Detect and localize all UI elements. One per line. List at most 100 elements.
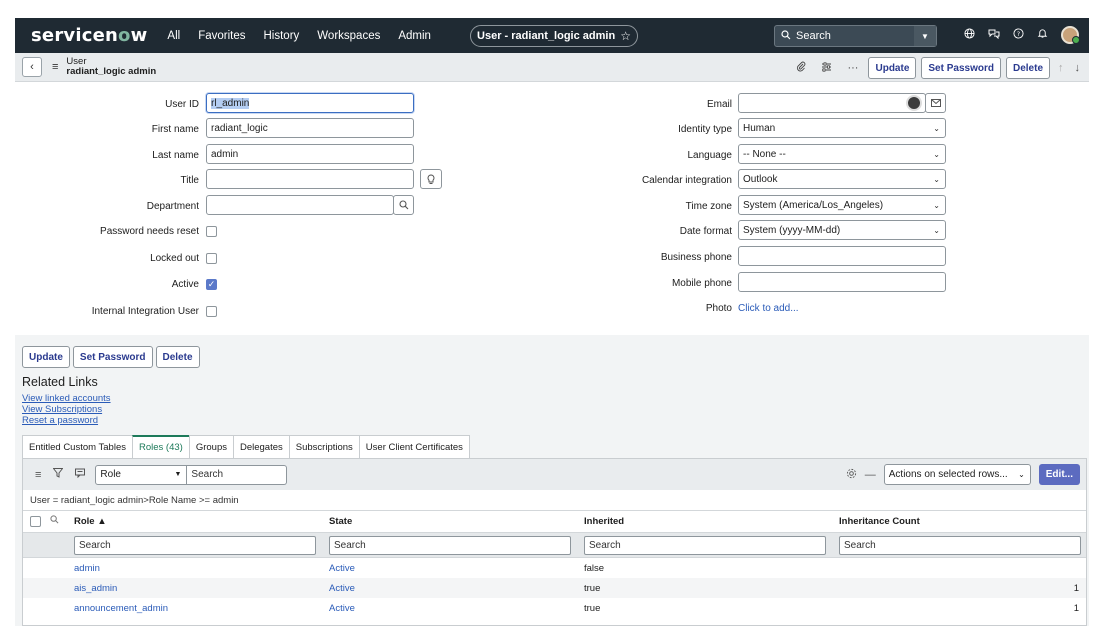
globe-icon[interactable] [964, 28, 975, 42]
search-icon [781, 29, 791, 43]
hamburger-menu-icon[interactable]: ≡ [52, 61, 58, 73]
envelope-icon [930, 99, 941, 107]
view-subscriptions-link[interactable]: View Subscriptions [22, 404, 111, 415]
related-list-tabs: Entitled Custom Tables Roles (43) Groups… [22, 435, 470, 458]
department-field[interactable] [206, 195, 394, 215]
active-checkbox[interactable]: ✓ [206, 279, 217, 290]
role-filter-input[interactable]: Search [74, 536, 316, 555]
email-field[interactable] [738, 93, 926, 113]
nav-link-favorites[interactable]: Favorites [198, 30, 245, 42]
language-select[interactable]: -- None -- ⌄ [738, 144, 946, 164]
state-link[interactable]: Active [329, 563, 355, 574]
update-button[interactable]: Update [868, 57, 917, 79]
tab-groups[interactable]: Groups [188, 435, 234, 458]
reset-password-link[interactable]: Reset a password [22, 415, 111, 426]
role-link[interactable]: ais_admin [74, 583, 117, 594]
view-linked-accounts-link[interactable]: View linked accounts [22, 393, 111, 404]
chevron-left-icon: ‹ [30, 61, 34, 73]
list-menu-icon[interactable]: ≡ [35, 469, 41, 481]
active-label: Active [171, 279, 199, 290]
lightbulb-suggestion-button[interactable] [420, 169, 442, 189]
internal-integration-user-label: Internal Integration User [91, 306, 199, 317]
user-id-field[interactable]: rl_admin [206, 93, 414, 113]
tab-user-client-certificates[interactable]: User Client Certificates [358, 435, 470, 458]
chevron-down-icon: ⌄ [933, 174, 940, 184]
tab-delegates[interactable]: Delegates [232, 435, 290, 458]
nav-link-history[interactable]: History [264, 30, 300, 42]
tab-entitled-custom-tables[interactable]: Entitled Custom Tables [22, 435, 133, 458]
svg-text:?: ? [1017, 30, 1020, 38]
more-options-icon[interactable]: ··· [847, 62, 858, 74]
time-zone-select[interactable]: System (America/Los_Angeles) ⌄ [738, 195, 946, 215]
select-all-checkbox[interactable] [30, 516, 41, 527]
state-link[interactable]: Active [329, 583, 355, 594]
help-icon[interactable]: ? [1013, 28, 1024, 42]
tab-roles[interactable]: Roles (43) [132, 435, 190, 458]
settings-sliders-icon[interactable] [821, 61, 832, 75]
title-field[interactable] [206, 169, 414, 189]
set-password-button[interactable]: Set Password [921, 57, 1001, 79]
business-phone-field[interactable] [738, 246, 946, 266]
bottom-delete-button[interactable]: Delete [155, 346, 200, 368]
record-title-pill[interactable]: User - radiant_logic admin ☆ [470, 25, 638, 47]
language-label: Language [687, 150, 733, 161]
identity-type-select[interactable]: Human ⌄ [738, 118, 946, 138]
nav-link-workspaces[interactable]: Workspaces [317, 30, 380, 42]
delete-button[interactable]: Delete [1005, 57, 1050, 79]
next-record-arrow-icon[interactable]: ↓ [1075, 62, 1081, 74]
role-link[interactable]: admin [74, 563, 100, 574]
calendar-integration-select[interactable]: Outlook ⌄ [738, 169, 946, 189]
collapse-icon[interactable]: — [865, 469, 876, 481]
chat-icon[interactable] [988, 28, 1000, 42]
list-toolbar-right: — Actions on selected rows... ⌄ Edit... [846, 464, 1080, 485]
state-filter-input[interactable]: Search [329, 536, 571, 555]
role-link[interactable]: announcement_admin [74, 603, 168, 614]
photo-add-link[interactable]: Click to add... [738, 303, 799, 314]
bottom-set-password-button[interactable]: Set Password [72, 346, 153, 368]
servicenow-logo[interactable]: servicenow [31, 25, 147, 46]
title-label: Title [180, 175, 199, 186]
actions-on-selected-rows-select[interactable]: Actions on selected rows... ⌄ [883, 464, 1031, 485]
star-icon[interactable]: ☆ [620, 29, 631, 43]
search-icon [398, 200, 408, 210]
previous-record-arrow-icon[interactable]: ↑ [1058, 62, 1064, 74]
nav-link-admin[interactable]: Admin [398, 30, 431, 42]
back-button[interactable]: ‹ [22, 57, 42, 77]
first-name-field[interactable]: radiant_logic [206, 118, 414, 138]
mobile-phone-field[interactable] [738, 272, 946, 292]
send-email-button[interactable] [925, 93, 946, 113]
gear-icon[interactable] [846, 468, 857, 482]
chevron-down-icon: ⌄ [933, 123, 940, 133]
nav-link-all[interactable]: All [167, 30, 180, 42]
password-needs-reset-checkbox[interactable] [206, 226, 217, 237]
tab-subscriptions[interactable]: Subscriptions [288, 435, 360, 458]
bell-icon[interactable] [1037, 28, 1048, 42]
locked-out-checkbox[interactable] [206, 253, 217, 264]
filter-breadcrumb[interactable]: User = radiant_logic admin>Role Name >= … [23, 490, 1086, 511]
paperclip-icon[interactable] [796, 61, 806, 75]
record-title: User - radiant_logic admin [477, 30, 616, 42]
bottom-update-button[interactable]: Update [22, 346, 70, 368]
last-name-field[interactable]: admin [206, 144, 414, 164]
column-header-state[interactable]: State [329, 516, 352, 527]
inheritance-count-filter-input[interactable]: Search [839, 536, 1081, 555]
department-lookup-button[interactable] [393, 195, 414, 215]
edit-button[interactable]: Edit... [1038, 464, 1080, 485]
chat-bubble-icon[interactable] [75, 468, 86, 481]
filter-icon[interactable] [52, 468, 64, 481]
password-manager-icon[interactable] [906, 95, 922, 111]
list-search-input[interactable]: Search [187, 464, 288, 485]
global-search-input[interactable]: Search ▼ [774, 25, 937, 47]
nav-icon-group: ? [964, 26, 1080, 44]
column-header-inheritance-count[interactable]: Inheritance Count [839, 516, 920, 527]
state-link[interactable]: Active [329, 603, 355, 614]
search-scope-dropdown[interactable]: ▼ [914, 26, 936, 46]
date-format-select[interactable]: System (yyyy-MM-dd) ⌄ [738, 220, 946, 240]
column-header-inherited[interactable]: Inherited [584, 516, 624, 527]
inherited-filter-input[interactable]: Search [584, 536, 826, 555]
user-avatar[interactable] [1061, 26, 1080, 44]
search-field-select[interactable]: Role ▼ [95, 464, 188, 485]
search-icon[interactable] [50, 515, 59, 527]
column-header-role[interactable]: Role ▲ [74, 516, 107, 527]
internal-integration-user-checkbox[interactable] [206, 306, 217, 317]
